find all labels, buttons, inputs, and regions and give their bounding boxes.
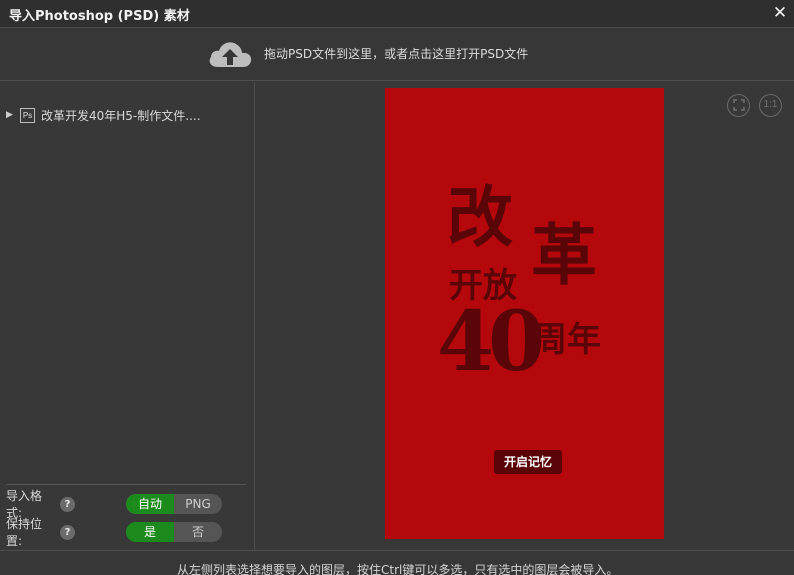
dropzone-hint[interactable]: 拖动PSD文件到这里，或者点击这里打开PSD文件: [264, 45, 528, 62]
tree-item-psd-file[interactable]: ▶ Ps 改革开发40年H5-制作文件....: [6, 107, 201, 123]
keep-position-no-button[interactable]: 否: [174, 522, 222, 542]
format-help-icon[interactable]: ?: [60, 496, 75, 512]
footer-message: 从左侧列表选择想要导入的图层，按住Ctrl键可以多选，只有选中的图层会被导入。: [177, 563, 619, 575]
close-icon[interactable]: ✕: [770, 3, 790, 23]
poster-char-ge: 革: [531, 216, 597, 294]
dialog-title: 导入Photoshop (PSD) 素材: [9, 9, 190, 24]
cloud-upload-icon[interactable]: [206, 39, 254, 69]
format-toggle[interactable]: 自动 PNG: [126, 494, 222, 514]
import-options: 导入格式: ? 自动 PNG 保持位置: ? 是 否: [6, 484, 246, 548]
keep-position-toggle[interactable]: 是 否: [126, 522, 222, 542]
psd-file-icon: Ps: [20, 107, 35, 123]
psd-preview-canvas: 改 革 开放 40 周年 开启记忆: [385, 88, 664, 539]
keep-position-row: 保持位置: ? 是 否: [6, 517, 222, 548]
preview-panel: 1:1 改 革 开放 40 周年 开启记忆: [256, 82, 794, 550]
poster-start-button: 开启记忆: [494, 450, 562, 474]
actual-size-button[interactable]: 1:1: [759, 94, 782, 117]
keep-position-help-icon[interactable]: ?: [60, 524, 75, 540]
dialog-titlebar: 导入Photoshop (PSD) 素材 ✕: [0, 0, 794, 28]
fit-screen-icon[interactable]: [727, 94, 750, 117]
layer-list-panel: ▶ Ps 改革开发40年H5-制作文件.... 导入格式: ? 自动 PNG 保…: [0, 82, 255, 550]
tree-item-label[interactable]: 改革开发40年H5-制作文件....: [41, 107, 201, 124]
status-footer: 从左侧列表选择想要导入的图层，按住Ctrl键可以多选，只有选中的图层会被导入。: [0, 550, 794, 575]
poster-text-zhounian: 周年: [533, 320, 601, 360]
psd-dropzone[interactable]: 拖动PSD文件到这里，或者点击这里打开PSD文件: [0, 28, 794, 81]
expand-arrow-icon[interactable]: ▶: [6, 110, 20, 120]
format-auto-button[interactable]: 自动: [126, 494, 174, 514]
format-option-row: 导入格式: ? 自动 PNG: [6, 489, 222, 520]
keep-position-yes-button[interactable]: 是: [126, 522, 174, 542]
poster-char-gai: 改: [447, 178, 513, 256]
keep-position-label: 保持位置:: [6, 517, 43, 548]
poster-text-40: 40: [437, 294, 545, 390]
format-png-button[interactable]: PNG: [174, 494, 222, 514]
